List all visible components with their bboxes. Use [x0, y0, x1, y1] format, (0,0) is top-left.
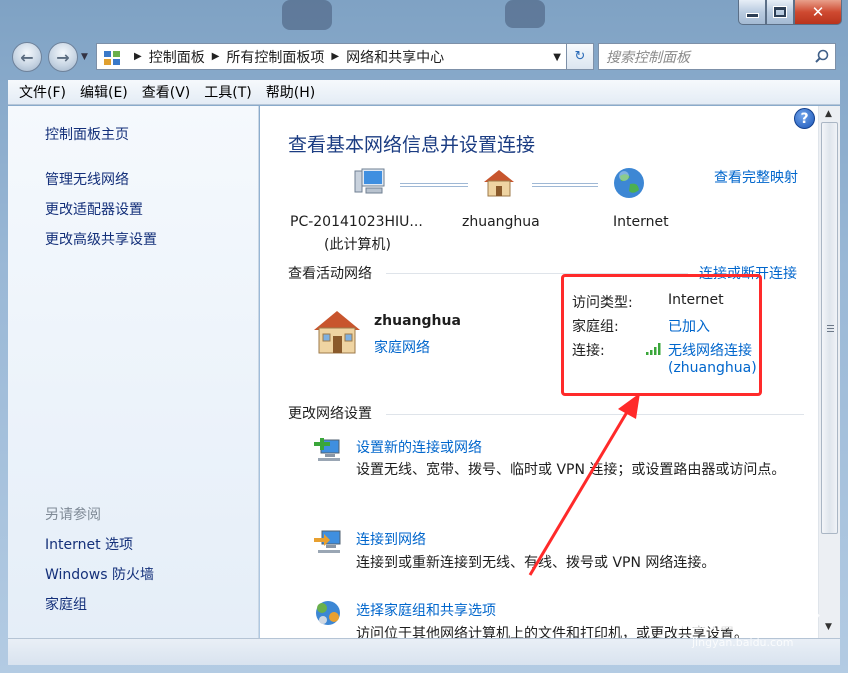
- sidebar-item-advanced-sharing[interactable]: 更改高级共享设置: [45, 229, 157, 249]
- active-network-name: zhuanghua: [374, 313, 461, 329]
- baidu-watermark-url: jingyan.baidu.com: [692, 636, 794, 649]
- address-dropdown[interactable]: ▼: [553, 52, 561, 63]
- help-icon: ?: [800, 110, 809, 127]
- homegroup-sharing-icon: [316, 601, 340, 625]
- internet-label: Internet: [613, 214, 669, 230]
- maximize-icon: [774, 7, 786, 17]
- change-settings-header: 更改网络设置: [288, 406, 372, 422]
- close-button[interactable]: ✕: [794, 0, 842, 25]
- menu-help[interactable]: 帮助(H): [259, 82, 322, 102]
- breadcrumb-control-panel[interactable]: 控制面板: [149, 47, 205, 67]
- page-title: 查看基本网络信息并设置连接: [288, 134, 536, 156]
- network-map-name: zhuanghua: [462, 214, 540, 230]
- home-network-large-icon: [314, 311, 360, 354]
- refresh-icon: ↻: [574, 49, 586, 64]
- network-type-link[interactable]: 家庭网络: [374, 337, 430, 357]
- close-icon: ✕: [811, 3, 825, 21]
- minimize-button[interactable]: [738, 0, 766, 25]
- computer-name: PC-20141023HIU...: [290, 214, 423, 230]
- annotation-highlight-box: [561, 274, 762, 396]
- back-button[interactable]: ←: [12, 42, 42, 72]
- see-also-internet-options[interactable]: Internet 选项: [45, 534, 133, 554]
- breadcrumb-all-items[interactable]: 所有控制面板项: [226, 47, 324, 67]
- refresh-button[interactable]: ↻: [566, 43, 594, 70]
- caption-buttons: ✕: [738, 0, 842, 25]
- map-connector: [400, 183, 468, 187]
- sidebar-item-manage-wireless[interactable]: 管理无线网络: [45, 169, 129, 189]
- sidebar-home-link[interactable]: 控制面板主页: [45, 124, 129, 144]
- menu-bar: 文件(F) 编辑(E) 查看(V) 工具(T) 帮助(H): [8, 80, 840, 105]
- arrow-left-icon: ←: [20, 47, 34, 67]
- internet-globe-icon: [614, 168, 644, 198]
- breadcrumb-separator[interactable]: ▶: [212, 51, 220, 62]
- computer-icon: [354, 168, 385, 194]
- search-placeholder: 搜索控制面板: [606, 49, 690, 66]
- view-full-map-link[interactable]: 查看完整映射: [714, 167, 798, 187]
- navigation-bar: ← → ▼ ▶ 控制面板 ▶ 所有控制面板项 ▶ 网络和共享中心 ▼ ↻ 搜索控…: [8, 38, 840, 78]
- scrollbar-grip: [827, 328, 834, 329]
- computer-subtitle: (此计算机): [324, 237, 391, 253]
- scroll-up-arrow[interactable]: ▲: [825, 109, 832, 119]
- scrollbar-thumb[interactable]: [821, 122, 838, 534]
- see-also-firewall[interactable]: Windows 防火墙: [45, 564, 154, 584]
- maximize-button[interactable]: [766, 0, 794, 25]
- search-icon[interactable]: [815, 49, 829, 63]
- menu-file[interactable]: 文件(F): [12, 82, 73, 102]
- map-connector: [532, 183, 598, 187]
- annotation-arrow: [528, 393, 640, 576]
- menu-view[interactable]: 查看(V): [135, 82, 198, 102]
- sidebar-item-adapter-settings[interactable]: 更改适配器设置: [45, 199, 143, 219]
- new-connection-icon: [314, 438, 340, 461]
- see-also-homegroup[interactable]: 家庭组: [45, 594, 87, 614]
- scroll-down-arrow[interactable]: ▼: [825, 622, 832, 632]
- scrollbar-grip: [827, 331, 834, 332]
- active-networks-header: 查看活动网络: [288, 266, 372, 282]
- home-network-icon: [484, 170, 514, 197]
- recent-pages-dropdown[interactable]: ▼: [81, 52, 88, 62]
- glass-artifact: [505, 0, 545, 28]
- control-panel-icon: [104, 50, 120, 65]
- glass-artifact: [282, 0, 332, 30]
- task-homegroup-sharing[interactable]: 选择家庭组和共享选项: [356, 600, 496, 620]
- task-connect-to-network[interactable]: 连接到网络: [356, 529, 426, 549]
- breadcrumb-network-center[interactable]: 网络和共享中心: [346, 47, 444, 67]
- menu-edit[interactable]: 编辑(E): [73, 82, 135, 102]
- left-pane: 控制面板主页 管理无线网络 更改适配器设置 更改高级共享设置 另请参阅 Inte…: [8, 106, 259, 638]
- scrollbar-grip: [827, 325, 834, 326]
- see-also-header: 另请参阅: [45, 507, 101, 523]
- baidu-watermark: Baidu 经验: [672, 606, 817, 636]
- forward-button[interactable]: →: [48, 42, 78, 72]
- minimize-icon: [746, 13, 758, 17]
- vertical-scrollbar[interactable]: ▲ ▼: [818, 106, 840, 638]
- task-setup-new-connection[interactable]: 设置新的连接或网络: [356, 437, 482, 457]
- help-button[interactable]: ?: [794, 108, 815, 129]
- search-input[interactable]: 搜索控制面板: [598, 43, 836, 70]
- breadcrumb-separator[interactable]: ▶: [134, 51, 142, 62]
- breadcrumb-separator[interactable]: ▶: [331, 51, 339, 62]
- arrow-right-icon: →: [56, 47, 70, 67]
- connect-network-icon: [314, 530, 341, 553]
- address-bar[interactable]: ▶ 控制面板 ▶ 所有控制面板项 ▶ 网络和共享中心 ▼: [96, 43, 568, 70]
- menu-tools[interactable]: 工具(T): [197, 82, 258, 102]
